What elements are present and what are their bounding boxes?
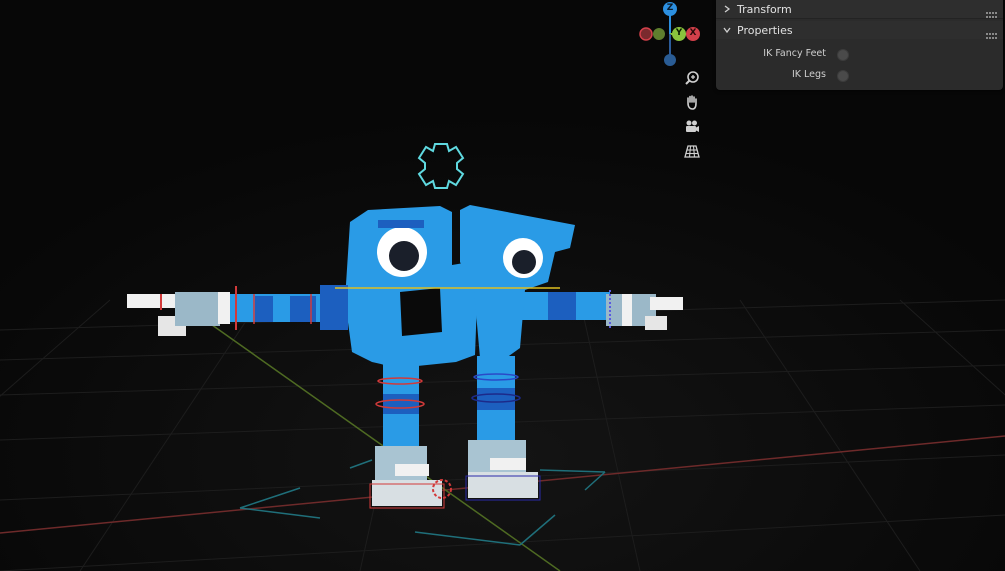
property-row-ik-fancy-feet: IK Fancy Feet xyxy=(716,45,1003,63)
navigation-gizmo[interactable]: Z Y X xyxy=(636,0,704,70)
gizmo-z-label: Z xyxy=(666,3,674,13)
grid-icon xyxy=(684,145,700,158)
gizmo-neg-x xyxy=(639,27,653,41)
transform-panel-title: Transform xyxy=(737,2,792,16)
property-row-ik-legs: IK Legs xyxy=(716,66,1003,84)
properties-panel-title: Properties xyxy=(737,23,793,37)
ik-fancy-feet-checkbox[interactable] xyxy=(837,49,849,61)
gizmo-neg-z xyxy=(664,54,676,66)
chevron-right-icon xyxy=(719,0,735,18)
transform-panel-header[interactable]: Transform xyxy=(716,0,1003,18)
chevron-down-icon xyxy=(719,21,735,39)
drag-handle-icon[interactable] xyxy=(986,5,998,18)
zoom-button[interactable] xyxy=(682,68,702,88)
zoom-icon xyxy=(685,71,699,85)
ik-legs-checkbox[interactable] xyxy=(837,70,849,82)
panel-separator xyxy=(716,18,1003,19)
gizmo-x-label: X xyxy=(689,28,697,38)
sidebar-panel: Transform Properties IK Fancy Feet IK Le… xyxy=(716,0,1003,90)
property-label: IK Legs xyxy=(791,69,826,80)
gizmo-y-label: Y xyxy=(675,28,683,38)
properties-panel-header[interactable]: Properties xyxy=(716,21,1003,39)
gizmo-neg-y xyxy=(653,28,665,40)
camera-view-button[interactable] xyxy=(682,116,702,136)
hand-icon xyxy=(687,95,697,110)
perspective-toggle-button[interactable] xyxy=(682,141,702,161)
drag-handle-icon[interactable] xyxy=(986,26,998,39)
pan-button[interactable] xyxy=(682,92,702,112)
property-label: IK Fancy Feet xyxy=(763,48,826,59)
camera-icon xyxy=(686,120,699,132)
